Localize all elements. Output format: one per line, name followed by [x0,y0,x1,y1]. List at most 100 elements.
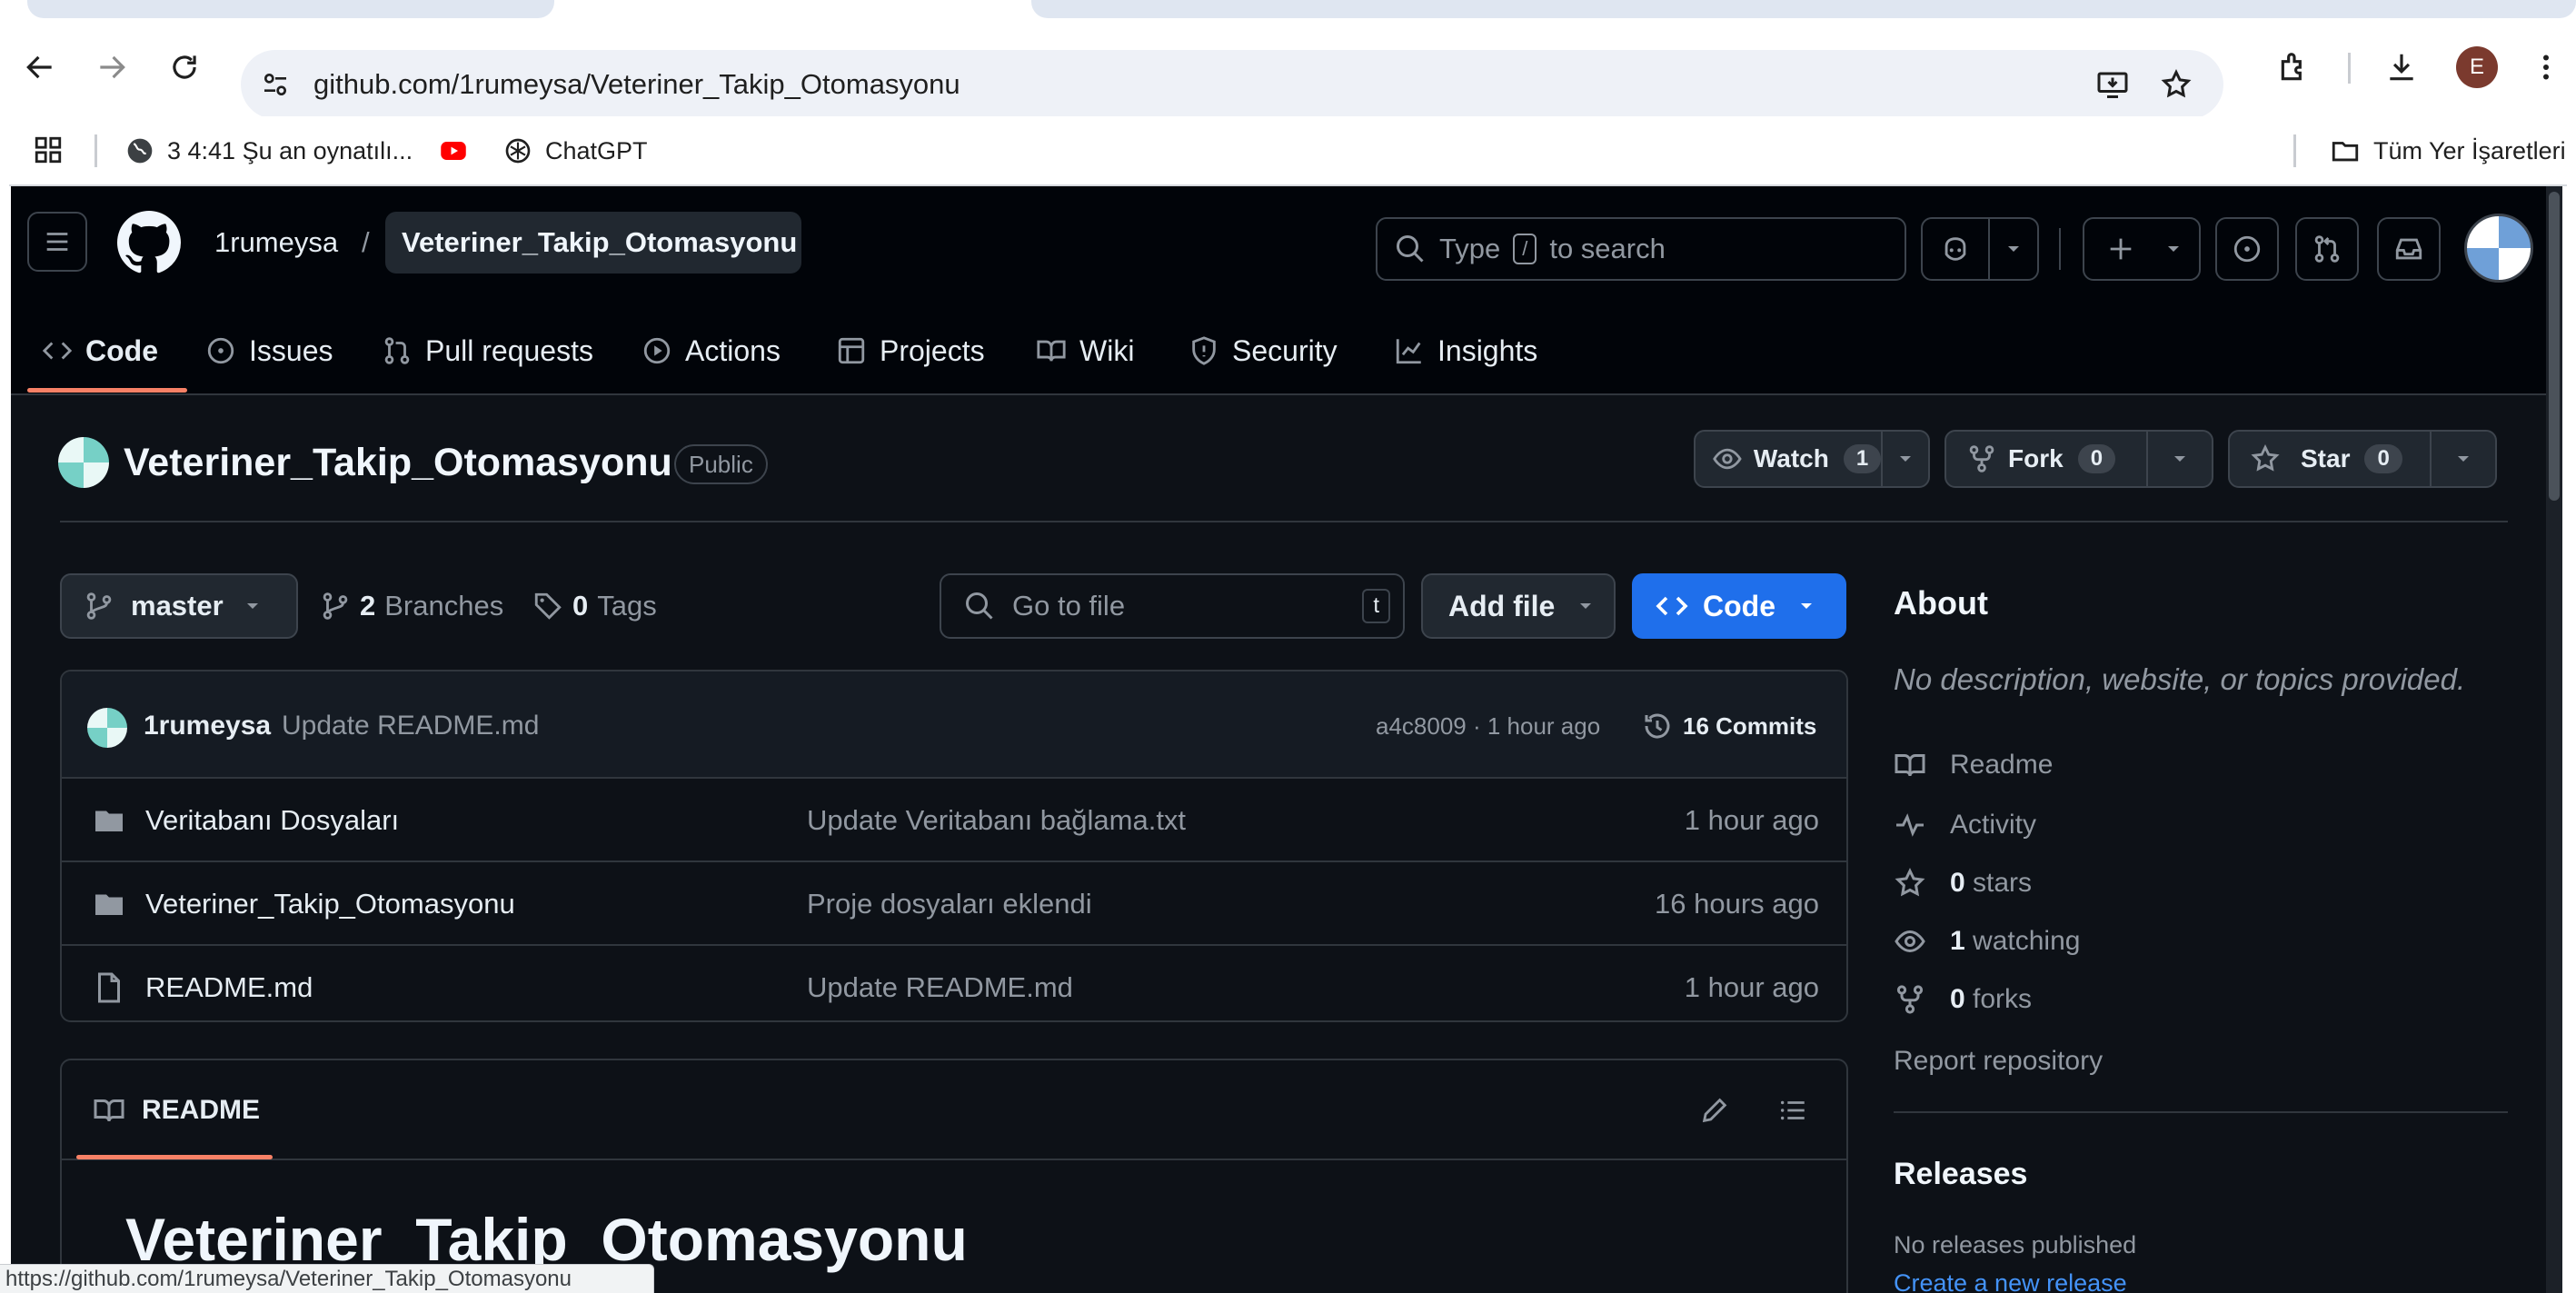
file-name[interactable]: Veteriner_Takip_Otomasyonu [145,862,515,946]
table-row[interactable]: README.md Update README.md 1 hour ago [62,944,1846,1020]
menu-dots-icon[interactable] [2526,43,2566,92]
profile-avatar[interactable]: E [2456,46,2498,88]
address-bar[interactable]: github.com/1rumeysa/Veteriner_Takip_Otom… [241,50,2223,119]
tab-issues[interactable]: Issues [205,312,333,390]
tab-projects[interactable]: Projects [836,312,985,390]
pull-request-icon [384,337,410,364]
outline-button[interactable] [1770,1088,1815,1133]
install-app-icon[interactable] [2089,61,2136,108]
readme-link[interactable]: Readme [1894,742,2053,788]
repo-title[interactable]: Veteriner_Takip_Otomasyonu [124,432,672,493]
bookmark-star-icon[interactable] [2153,61,2200,108]
add-file-button[interactable]: Add file [1421,573,1616,639]
watching-link[interactable]: 1 watching [1894,919,2080,964]
hamburger-button[interactable] [27,212,87,272]
downloads-icon[interactable] [2377,43,2426,92]
watch-button[interactable]: Watch 1 [1694,430,1930,488]
tab-security[interactable]: Security [1189,312,1338,390]
forks-link[interactable]: 0 forks [1894,977,2032,1022]
author-avatar[interactable] [87,708,127,748]
tab-insights[interactable]: Insights [1394,312,1537,390]
bookmark-item[interactable]: 3 4:41 Şu an oynatılı... [125,125,413,176]
search-input[interactable]: Type / to search [1376,217,1906,281]
tab-actions[interactable]: Actions [642,312,781,390]
all-bookmarks-button[interactable]: Tüm Yer İşaretleri [2330,125,2566,176]
star-label: Star [2301,444,2351,472]
table-row[interactable]: Veteriner_Takip_Otomasyonu Proje dosyala… [62,860,1846,946]
chatgpt-icon [505,138,531,164]
apps-grid-icon[interactable] [27,129,69,171]
fork-button[interactable]: Fork 0 [1944,430,2213,488]
url-text[interactable]: github.com/1rumeysa/Veteriner_Takip_Otom… [313,50,960,119]
back-button[interactable] [12,39,68,95]
file-name[interactable]: Veritabanı Dosyaları [145,779,399,862]
star-button[interactable]: Star 0 [2228,430,2497,488]
copilot-button[interactable] [1923,219,1990,279]
code-button[interactable]: Code [1632,573,1846,639]
go-to-file-placeholder: Go to file [1012,590,1126,622]
search-placeholder-start: Type [1439,233,1501,264]
globe-icon [127,138,153,164]
report-repository-link[interactable]: Report repository [1894,1046,2103,1077]
commit-meta[interactable]: a4c8009 · 1 hour ago [1376,699,1600,753]
github-header: 1rumeysa / Veteriner_Takip_Otomasyonu Ty… [11,186,2562,395]
scrollbar-track[interactable] [2546,186,2562,1293]
forward-button[interactable] [84,39,140,95]
bookmark-item-youtube[interactable] [436,125,471,176]
inbox-icon [2395,238,2422,260]
all-bookmarks-label: Tüm Yer İşaretleri [2373,136,2566,164]
bookmarks-divider [94,134,97,167]
tab-code[interactable]: Code [42,312,158,390]
site-info-icon[interactable] [254,63,297,106]
caret-down-icon [1801,603,1812,609]
edit-readme-button[interactable] [1692,1088,1737,1133]
pull-request-icon [2314,235,2340,263]
pull-requests-button[interactable] [2295,217,2359,281]
branch-name: master [131,590,224,622]
repo-link[interactable]: Veteriner_Takip_Otomasyonu [385,212,801,274]
inbox-button[interactable] [2377,217,2441,281]
commit-message[interactable]: Update README.md [282,699,539,753]
commits-link[interactable]: 16 Commits [1641,699,1816,753]
table-row[interactable]: Veritabanı Dosyaları Update Veritabanı b… [62,777,1846,862]
browser-tab[interactable] [27,0,554,18]
commit-author[interactable]: 1rumeysa [144,699,271,753]
scrollbar-thumb[interactable] [2549,192,2560,501]
bookmark-item[interactable]: ChatGPT [503,125,648,176]
tags-link[interactable]: 0 Tags [532,573,657,639]
code-icon [1656,596,1688,616]
copilot-dropdown[interactable] [1990,219,2037,279]
create-new-button[interactable] [2083,217,2201,281]
issues-button[interactable] [2215,217,2279,281]
go-to-file-input[interactable]: Go to file t [940,573,1405,639]
star-icon [1895,868,1925,897]
tab-label: Issues [249,333,333,367]
github-logo-icon[interactable] [116,210,182,275]
tab-pull-requests[interactable]: Pull requests [382,312,593,390]
file-commit-message[interactable]: Update Veritabanı bağlama.txt [807,779,1186,862]
caret-down-icon [2153,219,2193,279]
file-commit-message[interactable]: Update README.md [807,946,1073,1020]
tab-wiki[interactable]: Wiki [1036,312,1134,390]
tab-label: Insights [1437,333,1538,367]
user-avatar[interactable] [2464,214,2533,283]
latest-commit-bar: 1rumeysa Update README.md a4c8009 · 1 ho… [62,671,1846,777]
tags-count: 0 [572,590,589,622]
file-name[interactable]: README.md [145,946,313,1020]
create-release-link[interactable]: Create a new release [1894,1269,2127,1293]
readme-tab[interactable]: README [93,1088,260,1133]
browser-tab[interactable] [1031,0,2576,18]
branches-link[interactable]: 2 Branches [320,573,503,639]
search-shortcut-key: / [1513,234,1537,264]
fork-icon [1969,445,1994,472]
activity-link[interactable]: Activity [1894,802,2036,848]
branch-selector[interactable]: master [60,573,298,639]
owner-link[interactable]: 1rumeysa [214,214,338,272]
extensions-icon[interactable] [2270,43,2319,92]
file-commit-message[interactable]: Proje dosyaları eklendi [807,862,1092,946]
tab-label: Projects [880,333,985,367]
stars-link[interactable]: 0 stars [1894,860,2032,906]
status-bar-url: https://github.com/1rumeysa/Veteriner_Ta… [0,1264,654,1293]
reload-button[interactable] [156,39,213,95]
caret-down-icon [1580,603,1592,609]
